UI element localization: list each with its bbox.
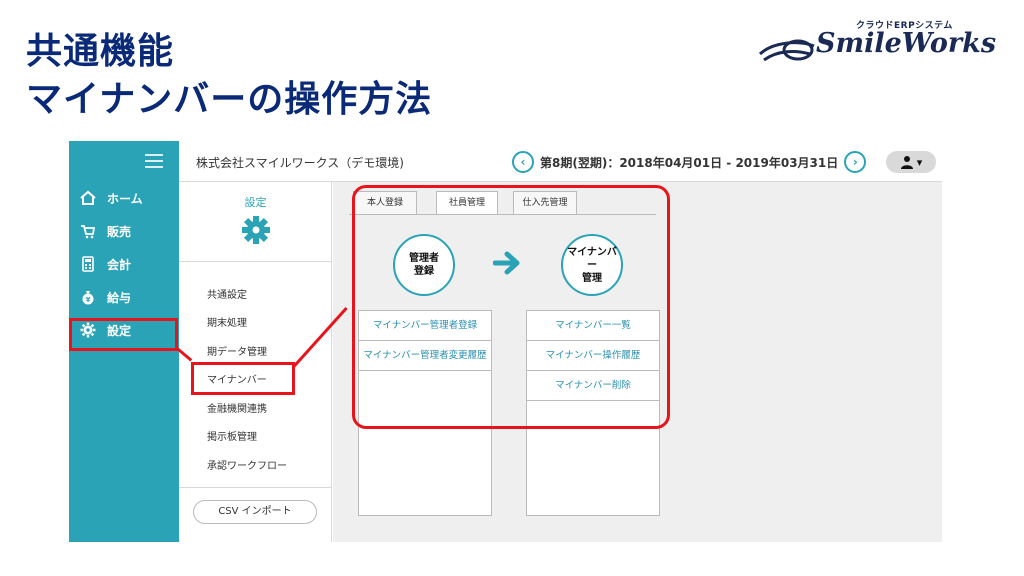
sidebar-item-label: ホーム — [107, 191, 143, 206]
smileworks-logo: クラウドERPシステム SmileWorks — [758, 18, 1003, 68]
money-bag-icon: ¥ — [79, 288, 97, 306]
menu-closing[interactable]: 期末処理 — [207, 314, 247, 329]
gear-icon — [242, 216, 270, 244]
company-name: 株式会社スマイルワークス（デモ環境) — [196, 156, 404, 170]
user-icon — [900, 156, 913, 169]
settings-panel-title: 設定 — [244, 196, 267, 209]
highlight-employee-management-area — [352, 185, 670, 429]
sidebar-item-sales[interactable]: 販売 — [69, 216, 179, 246]
logo-name: SmileWorks — [816, 28, 997, 59]
fiscal-period: ‹ 第8期(翌期)：2018年04月01日 - 2019年03月31日 › — [512, 150, 867, 174]
next-period-button[interactable]: › — [844, 151, 867, 173]
hamburger-menu-icon[interactable] — [145, 154, 163, 168]
sidebar-item-home[interactable]: ホーム — [69, 183, 179, 213]
menu-common-settings[interactable]: 共通設定 — [207, 286, 247, 301]
highlight-settings-nav — [69, 318, 178, 351]
chevron-down-icon: ▾ — [916, 155, 923, 169]
user-menu-button[interactable]: ▾ — [886, 151, 936, 173]
sidebar-item-payroll[interactable]: ¥ 給与 — [69, 282, 179, 312]
sidebar-item-label: 会計 — [107, 257, 132, 272]
slide-title-line1: 共通機能 — [26, 31, 175, 72]
settings-panel-header: 設定 — [179, 182, 332, 262]
prev-period-button[interactable]: ‹ — [512, 151, 534, 173]
svg-text:¥: ¥ — [86, 296, 91, 304]
divider — [179, 487, 332, 488]
sidebar-item-label: 給与 — [107, 290, 132, 305]
sidebar-item-accounting[interactable]: 会計 — [69, 249, 179, 279]
menu-bulletin[interactable]: 掲示板管理 — [207, 428, 257, 443]
calculator-icon — [79, 255, 97, 273]
sidebar-item-label: 販売 — [107, 224, 132, 239]
fiscal-period-label: 第8期(翌期)：2018年04月01日 - 2019年03月31日 — [540, 155, 839, 170]
logo-swoosh-icon — [758, 39, 815, 62]
menu-bank-link[interactable]: 金融機関連携 — [207, 400, 267, 415]
slide-title-line2: マイナンバーの操作方法 — [26, 79, 433, 120]
menu-period-data[interactable]: 期データ管理 — [207, 343, 267, 358]
highlight-my-number-menu — [191, 362, 295, 395]
home-icon — [79, 189, 97, 207]
top-bar: 株式会社スマイルワークス（デモ環境) ‹ 第8期(翌期)：2018年04月01日… — [179, 141, 942, 182]
csv-import-button[interactable]: CSV インポート — [193, 500, 317, 524]
cart-icon — [79, 222, 97, 240]
menu-approval-workflow[interactable]: 承認ワークフロー — [207, 457, 287, 472]
